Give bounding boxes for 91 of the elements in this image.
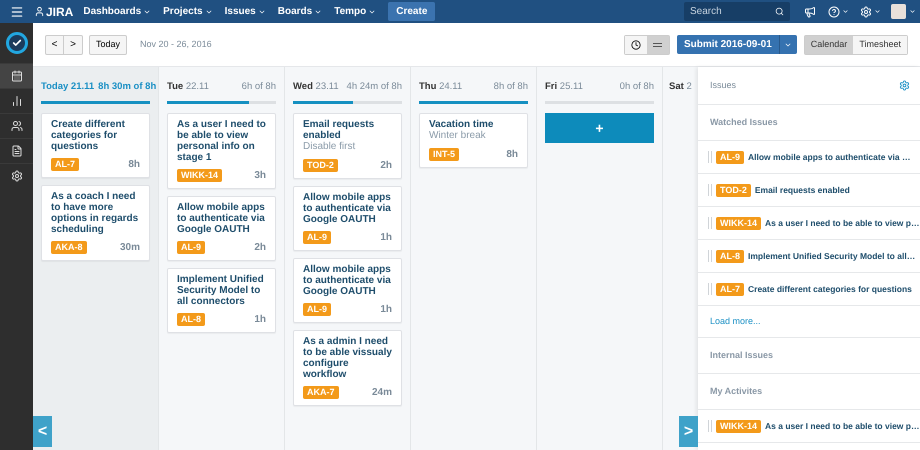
card-title: Allow mobile apps to authenticate via Google OAUTH [303,264,392,297]
worklog-card[interactable]: As a user I need to be able to view personal info on stage 1 WIKK-14 3h [167,113,276,189]
logged-time: 30m [120,241,140,255]
card-title: Create different categories for questions [51,119,126,152]
day-label: Fri 25.11 [545,80,583,94]
panel-title: Issues [710,78,736,92]
app-logo[interactable]: JIRA [46,2,74,20]
logged-time: 1h [380,303,392,317]
issue-key-badge: WIKK-14 [716,420,762,432]
card-title: Email requests enabled [303,119,376,141]
issue-list-item[interactable]: TOD-2 Email requests enabled [698,174,920,207]
day-total: 0h of 8h [620,80,654,94]
card-title: As a coach I need to have more options in regards scheduling [51,191,140,235]
view-tab[interactable]: Timesheet [853,36,907,54]
issue-title: Email requests enabled [754,184,850,196]
issue-key-badge: AL-8 [716,250,744,262]
nav-menu[interactable]: Tempo [334,4,376,19]
add-worklog-button[interactable]: + [545,113,654,143]
nav-menu[interactable]: Boards [278,4,322,19]
day-label: Tue 22.11 [167,80,209,94]
logged-time: 2h [254,241,266,255]
day-label: Sat 2 [669,80,692,94]
card-title: As a admin I need to be able vissualy configure workflow [303,336,392,380]
issue-key-badge: AKA-8 [51,241,87,254]
issue-key-badge: INT-5 [429,148,460,161]
issue-key-badge: AL-7 [51,158,79,171]
card-description: Winter break [429,130,487,142]
issue-list-item[interactable]: AL-9 Allow mobile apps to authenticate via … [698,141,920,174]
issue-list-item[interactable]: AL-8 Implement Unified Security Model to all… [698,240,920,273]
issue-key-badge: TOD-2 [716,184,751,196]
day-total: 4h 24m of 8h [346,80,402,94]
logged-time: 2h [380,159,392,173]
card-title: Allow mobile apps to authenticate via Google OAUTH [177,202,266,235]
worklog-card[interactable]: As a coach I need to have more options in regards scheduling AKA-8 30m [41,185,150,261]
worklog-card[interactable]: As a admin I need to be able vissualy configure workflow AKA-7 24m [293,330,402,406]
day-label: Today 21.11 [41,80,94,94]
view-tab[interactable]: Calendar [804,36,854,54]
section-heading: Internal Issues [710,348,774,362]
issue-title: As a user I need to be able to view p… [765,216,920,230]
logged-time: 8h [128,158,140,172]
issue-key-badge: TOD-2 [303,159,338,172]
worklog-card[interactable]: Email requests enabled Disable first TOD-2 2h [293,113,402,179]
issue-key-badge: AL-9 [303,231,331,244]
issue-key-badge: AKA-7 [303,386,339,399]
issue-key-badge: AL-8 [177,313,205,326]
worklog-card[interactable]: Implement Unified Security Model to all connectors AL-8 1h [167,268,276,333]
issue-list-item[interactable]: WIKK-14 As a user I need to be able to view p… [698,410,920,443]
worklog-card[interactable]: Allow mobile apps to authenticate via Google OAUTH AL-9 2h [167,196,276,261]
issue-key-badge: AL-9 [303,303,331,316]
nav-menu[interactable]: Projects [163,4,213,19]
day-label: Thu 24.11 [419,80,462,94]
logged-time: 1h [254,313,266,327]
issue-key-badge: AL-9 [716,150,744,164]
logged-time: 1h [380,231,392,245]
worklog-card[interactable]: Allow mobile apps to authenticate via Google OAUTH AL-9 1h [293,258,402,323]
nav-menu[interactable]: Issues [224,4,266,19]
logged-time: 8h [506,148,518,162]
create-button[interactable]: Create [388,2,436,21]
issue-key-badge: WIKK-14 [177,169,222,182]
issue-key-badge: AL-9 [177,241,205,254]
issue-key-badge: WIKK-14 [716,216,762,230]
today-button[interactable]: Today [89,34,128,54]
section-heading: Watched Issues [710,116,778,129]
issue-list-item[interactable]: AL-7 Create different categories for questions [698,273,920,306]
worklog-card[interactable]: Vacation time Winter break INT-5 8h [419,113,528,168]
card-title: As a user I need to be able to view personal info on stage 1 [177,119,266,163]
next-week-button[interactable]: > [64,36,82,54]
logged-time: 24m [372,386,392,400]
nav-menu[interactable]: Dashboards [83,4,152,19]
date-range: Nov 20 - 26, 2016 [140,38,212,51]
load-more-link[interactable]: Load more... [710,314,761,328]
day-total: 8h 30m of 8h [98,80,156,94]
search-field[interactable]: Search [684,2,790,21]
previous-week-button[interactable]: < [46,36,64,54]
logged-time: 3h [254,169,266,183]
issue-list-item[interactable]: WIKK-14 As a user I need to be able to view p… [698,207,920,240]
issue-key-badge: AL-7 [716,282,744,296]
issue-title: As a user I need to be able to view p… [765,420,920,432]
issue-title: Allow mobile apps to authenticate via … [748,150,910,164]
worklog-card[interactable]: Allow mobile apps to authenticate via Google OAUTH AL-9 1h [293,186,402,251]
card-title: Vacation time [429,119,494,130]
day-total: 6h of 8h [242,80,276,94]
day-label: Wed 23.11 [293,80,339,94]
issue-title: Create different categories for questions [748,282,912,296]
day-total: 8h of 8h [494,80,528,94]
section-heading: My Activites [710,384,762,398]
issue-title: Implement Unified Security Model to all… [748,250,916,262]
card-title: Implement Unified Security Model to all connectors [177,274,265,307]
card-description: Disable first [303,141,356,153]
worklog-card[interactable]: Create different categories for questions AL-7 8h [41,113,150,178]
card-title: Allow mobile apps to authenticate via Google OAUTH [303,192,392,225]
